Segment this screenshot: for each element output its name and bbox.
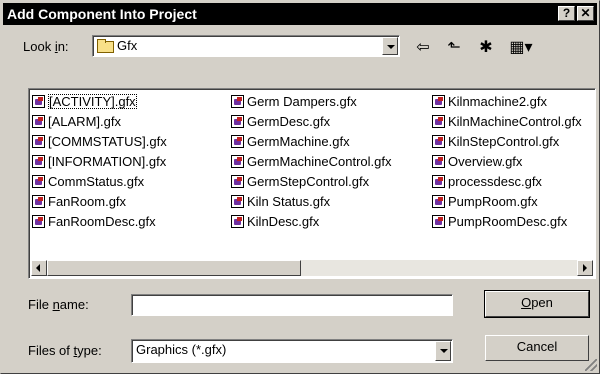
gfx-file-icon: [432, 135, 445, 148]
look-in-combo[interactable]: Gfx: [92, 35, 400, 57]
file-list-column-2: Germ Dampers.gfx GermDesc.gfx GermMachine.…: [231, 92, 392, 232]
file-name: PumpRoomDesc.gfx: [448, 214, 568, 229]
list-item[interactable]: FanRoomDesc.gfx: [32, 212, 167, 232]
scroll-thumb[interactable]: [47, 260, 301, 276]
file-name: Germ Dampers.gfx: [247, 94, 357, 109]
list-item[interactable]: CommStatus.gfx: [32, 172, 167, 192]
gfx-file-icon: [32, 195, 45, 208]
gfx-file-icon: [231, 135, 244, 148]
file-name: [COMMSTATUS].gfx: [48, 134, 167, 149]
gfx-file-icon: [32, 175, 45, 188]
list-item[interactable]: KilnDesc.gfx: [231, 212, 392, 232]
list-item[interactable]: [COMMSTATUS].gfx: [32, 132, 167, 152]
file-name: Overview.gfx: [448, 154, 523, 169]
gfx-file-icon: [32, 95, 45, 108]
file-name-input[interactable]: [131, 294, 453, 316]
list-item[interactable]: GermStepControl.gfx: [231, 172, 392, 192]
gfx-file-icon: [432, 175, 445, 188]
list-item[interactable]: Kiln Status.gfx: [231, 192, 392, 212]
list-item[interactable]: [ALARM].gfx: [32, 112, 167, 132]
list-item[interactable]: Kilnmachine2.gfx: [432, 92, 582, 112]
view-menu-icon[interactable]: ▦▾: [503, 37, 539, 59]
list-item[interactable]: KilnMachineControl.gfx: [432, 112, 582, 132]
file-name: KilnDesc.gfx: [247, 214, 320, 229]
file-list-column-1: [ACTIVITY].gfx [ALARM].gfx [COMMSTATUS].gf…: [32, 92, 167, 232]
up-folder-icon[interactable]: ⬑: [443, 37, 465, 59]
gfx-file-icon: [32, 115, 45, 128]
list-item[interactable]: Overview.gfx: [432, 152, 582, 172]
file-name: [ALARM].gfx: [48, 114, 121, 129]
file-name: GermStepControl.gfx: [247, 174, 370, 189]
close-button[interactable]: ✕: [577, 6, 594, 21]
file-name: CommStatus.gfx: [48, 174, 145, 189]
list-item[interactable]: FanRoom.gfx: [32, 192, 167, 212]
list-item[interactable]: GermMachineControl.gfx: [231, 152, 392, 172]
file-name: GermMachineControl.gfx: [247, 154, 392, 169]
help-button[interactable]: ?: [558, 6, 575, 21]
file-name: PumpRoom.gfx: [448, 194, 538, 209]
file-name: Kilnmachine2.gfx: [448, 94, 547, 109]
file-name: Kiln Status.gfx: [247, 194, 331, 209]
look-in-dropdown-button[interactable]: [382, 37, 398, 55]
cancel-button[interactable]: Cancel: [485, 335, 589, 361]
file-name: [INFORMATION].gfx: [48, 154, 167, 169]
new-folder-icon[interactable]: ✱: [475, 37, 497, 59]
add-component-dialog: Add Component Into Project ? ✕ Look in: …: [0, 0, 600, 374]
look-in-value: Gfx: [117, 38, 138, 53]
gfx-file-icon: [32, 215, 45, 228]
file-list-column-3: Kilnmachine2.gfx KilnMachineControl.gfx Ki…: [432, 92, 582, 232]
help-icon: ?: [562, 6, 571, 20]
gfx-file-icon: [231, 215, 244, 228]
file-name: processdesc.gfx: [448, 174, 542, 189]
gfx-file-icon: [432, 215, 445, 228]
gfx-file-icon: [32, 155, 45, 168]
list-item[interactable]: processdesc.gfx: [432, 172, 582, 192]
file-name: FanRoom.gfx: [48, 194, 127, 209]
file-name: KilnMachineControl.gfx: [448, 114, 582, 129]
list-item[interactable]: KilnStepControl.gfx: [432, 132, 582, 152]
file-name: GermDesc.gfx: [247, 114, 331, 129]
file-name: [ACTIVITY].gfx: [48, 94, 137, 109]
gfx-file-icon: [432, 195, 445, 208]
title-bar[interactable]: Add Component Into Project ? ✕: [3, 3, 597, 25]
file-type-combo[interactable]: Graphics (*.gfx): [131, 339, 453, 363]
dialog-title: Add Component Into Project: [7, 6, 197, 22]
gfx-file-icon: [231, 195, 244, 208]
open-button[interactable]: Open: [484, 290, 590, 318]
gfx-file-icon: [432, 115, 445, 128]
gfx-file-icon: [231, 175, 244, 188]
file-name: GermMachine.gfx: [247, 134, 350, 149]
gfx-file-icon: [231, 155, 244, 168]
resize-grip[interactable]: [585, 359, 597, 371]
file-list[interactable]: [ACTIVITY].gfx [ALARM].gfx [COMMSTATUS].gf…: [28, 88, 596, 279]
list-item[interactable]: GermMachine.gfx: [231, 132, 392, 152]
list-item[interactable]: [ACTIVITY].gfx: [32, 92, 167, 112]
gfx-file-icon: [231, 95, 244, 108]
back-arrow-icon[interactable]: ⇦: [413, 37, 433, 59]
gfx-file-icon: [432, 155, 445, 168]
file-type-label: Files of type:: [28, 343, 102, 358]
list-item[interactable]: PumpRoomDesc.gfx: [432, 212, 582, 232]
close-icon: ✕: [580, 6, 591, 20]
scroll-right-button[interactable]: [577, 260, 593, 276]
list-item[interactable]: PumpRoom.gfx: [432, 192, 582, 212]
file-name: FanRoomDesc.gfx: [48, 214, 156, 229]
scroll-left-button[interactable]: [31, 260, 47, 276]
gfx-file-icon: [231, 115, 244, 128]
folder-icon: [97, 39, 114, 53]
gfx-file-icon: [32, 135, 45, 148]
gfx-file-icon: [432, 95, 445, 108]
list-item[interactable]: [INFORMATION].gfx: [32, 152, 167, 172]
file-name: KilnStepControl.gfx: [448, 134, 560, 149]
look-in-label: Look in:: [23, 39, 69, 54]
list-item[interactable]: GermDesc.gfx: [231, 112, 392, 132]
file-type-value: Graphics (*.gfx): [136, 342, 227, 357]
list-item[interactable]: Germ Dampers.gfx: [231, 92, 392, 112]
file-type-dropdown-button[interactable]: [435, 341, 451, 361]
horizontal-scrollbar[interactable]: [31, 260, 593, 276]
file-name-label: File name:: [28, 297, 89, 312]
